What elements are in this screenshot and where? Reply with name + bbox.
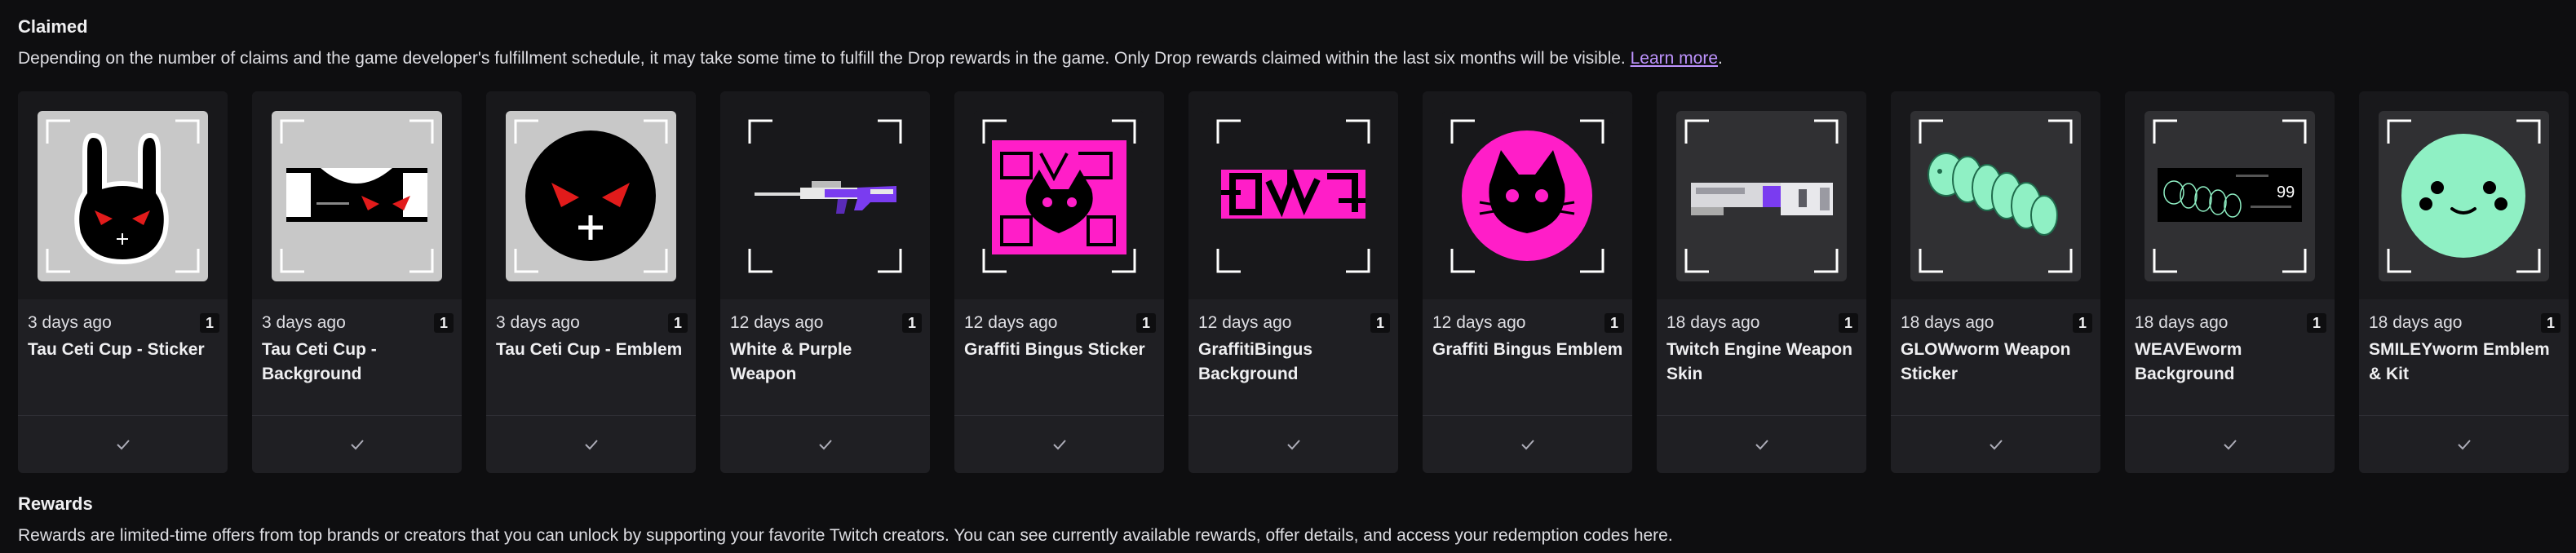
quantity-badge: 1	[668, 313, 688, 333]
drop-name: GraffitiBingus Background	[1198, 340, 1312, 383]
drop-card[interactable]: 18 days ago 1 GLOWworm Weapon Sticker	[1891, 91, 2100, 473]
quantity-badge: 1	[902, 313, 922, 333]
quantity-badge: 1	[1136, 313, 1156, 333]
drop-image-area	[1423, 91, 1632, 299]
claimed-time: 12 days ago	[1432, 313, 1526, 332]
claimed-time: 18 days ago	[1666, 313, 1760, 332]
claimed-section-title: Claimed	[18, 16, 88, 37]
quantity-badge: 1	[2073, 313, 2092, 333]
claimed-status	[720, 415, 930, 473]
drop-card[interactable]: 3 days ago 1 Tau Ceti Cup - Sticker	[18, 91, 228, 473]
quantity-badge: 1	[1839, 313, 1858, 333]
drop-name: Twitch Engine Weapon Skin	[1666, 340, 1852, 383]
red-eyes-emblem-icon	[506, 111, 676, 281]
claimed-time: 18 days ago	[1901, 313, 1994, 332]
check-icon	[818, 440, 832, 450]
cat-emblem-icon	[1442, 111, 1613, 281]
learn-more-link[interactable]: Learn more	[1631, 49, 1718, 68]
claimed-time: 12 days ago	[1198, 313, 1292, 332]
drop-image-area	[1657, 91, 1866, 299]
claimed-time: 3 days ago	[262, 313, 346, 332]
sniper-rifle-icon	[740, 111, 910, 281]
drop-name: Tau Ceti Cup - Background	[262, 340, 377, 383]
check-icon	[1989, 440, 2003, 450]
rabbit-background-icon	[272, 111, 442, 281]
claimed-description-trailing: .	[1718, 49, 1723, 68]
quantity-badge: 1	[434, 313, 454, 333]
drop-card[interactable]: 3 days ago 1 Tau Ceti Cup - Emblem	[486, 91, 696, 473]
check-icon	[116, 440, 130, 450]
drop-name: White & Purple Weapon	[730, 340, 852, 383]
claimed-time: 3 days ago	[496, 313, 580, 332]
drop-image-area	[2359, 91, 2569, 299]
drop-image-area	[1891, 91, 2100, 299]
worm-sticker-icon	[1910, 111, 2081, 281]
check-icon	[2457, 440, 2471, 450]
drop-card[interactable]: 12 days ago 1 White & Purple Weapon	[720, 91, 930, 473]
quantity-badge: 1	[1370, 313, 1390, 333]
drop-card[interactable]: 18 days ago 1 Twitch Engine Weapon Skin	[1657, 91, 1866, 473]
claimed-status	[18, 415, 228, 473]
claimed-status	[1891, 415, 2100, 473]
drop-image-area: 99	[2125, 91, 2335, 299]
claimed-status	[1657, 415, 1866, 473]
drop-name: GLOWworm Weapon Sticker	[1901, 340, 2071, 383]
drop-name: SMILEYworm Emblem & Kit	[2369, 340, 2550, 383]
drop-image-area	[18, 91, 228, 299]
quantity-badge: 1	[2307, 313, 2326, 333]
drop-card[interactable]: 12 days ago 1 GraffitiBingus Background	[1188, 91, 1398, 473]
claimed-status	[954, 415, 1164, 473]
rewards-section-description: Rewards are limited-time offers from top…	[18, 526, 1673, 545]
check-icon	[2223, 440, 2237, 450]
claimed-time: 18 days ago	[2135, 313, 2229, 332]
rabbit-sticker-icon	[38, 111, 208, 281]
claimed-time: 3 days ago	[28, 313, 112, 332]
check-icon	[584, 440, 598, 450]
claimed-time: 12 days ago	[964, 313, 1058, 332]
drop-name: Graffiti Bingus Emblem	[1432, 340, 1623, 359]
rewards-section-title: Rewards	[18, 493, 93, 514]
drop-name: WEAVEworm Background	[2135, 340, 2242, 383]
graffiti-background-icon	[1208, 111, 1379, 281]
smiley-emblem-icon	[2379, 111, 2549, 281]
claimed-description-text: Depending on the number of claims and th…	[18, 49, 1626, 68]
check-icon	[1052, 440, 1066, 450]
drop-card[interactable]: 12 days ago 1 Graffiti Bingus Sticker	[954, 91, 1164, 473]
check-icon	[1286, 440, 1300, 450]
claimed-cards-list: 3 days ago 1 Tau Ceti Cup - Sticker 3 da…	[18, 91, 2569, 473]
claimed-status	[486, 415, 696, 473]
quantity-badge: 1	[1604, 313, 1624, 333]
check-icon	[1520, 440, 1534, 450]
worm-background-number: 99	[2277, 184, 2295, 201]
quantity-badge: 1	[2541, 313, 2561, 333]
drop-card[interactable]: 99 18 days ago 1 WEAVEworm Background	[2125, 91, 2335, 473]
claimed-time: 12 days ago	[730, 313, 824, 332]
graffiti-sticker-icon	[974, 111, 1144, 281]
check-icon	[1755, 440, 1768, 450]
claimed-status	[1423, 415, 1632, 473]
claimed-status	[1188, 415, 1398, 473]
drop-card[interactable]: 18 days ago 1 SMILEYworm Emblem & Kit	[2359, 91, 2569, 473]
claimed-status	[252, 415, 462, 473]
drop-name: Tau Ceti Cup - Sticker	[28, 340, 205, 359]
claimed-status	[2125, 415, 2335, 473]
claimed-time: 18 days ago	[2369, 313, 2463, 332]
drop-name: Graffiti Bingus Sticker	[964, 340, 1145, 359]
drop-image-area	[720, 91, 930, 299]
weapon-skin-icon	[1676, 111, 1847, 281]
drop-card[interactable]: 12 days ago 1 Graffiti Bingus Emblem	[1423, 91, 1632, 473]
check-icon	[350, 440, 364, 450]
drop-image-area	[486, 91, 696, 299]
drop-image-area	[1188, 91, 1398, 299]
drop-image-area	[954, 91, 1164, 299]
claimed-status	[2359, 415, 2569, 473]
drop-card[interactable]: 3 days ago 1 Tau Ceti Cup - Background	[252, 91, 462, 473]
quantity-badge: 1	[200, 313, 219, 333]
worm-background-icon: 99	[2144, 111, 2315, 281]
drop-name: Tau Ceti Cup - Emblem	[496, 340, 683, 359]
claimed-section-description: Depending on the number of claims and th…	[18, 49, 1723, 69]
drop-image-area	[252, 91, 462, 299]
